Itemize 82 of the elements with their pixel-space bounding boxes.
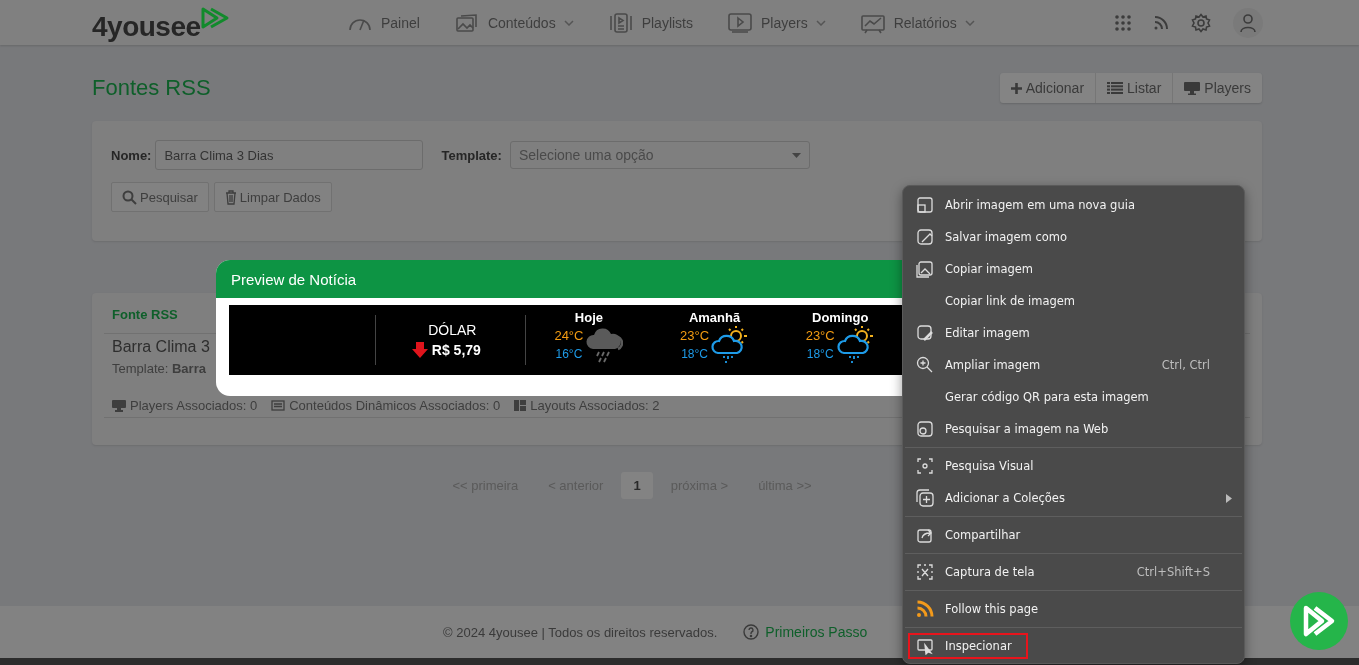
menu-item[interactable]: Editar imagem bbox=[903, 317, 1244, 349]
caret-icon bbox=[791, 152, 801, 158]
open-image-icon bbox=[916, 196, 934, 214]
rss-icon bbox=[916, 600, 934, 618]
stat-text: Layouts Associados: 2 bbox=[530, 398, 660, 413]
low-temperature: 16°C bbox=[555, 347, 583, 361]
field-label: Nome: bbox=[111, 147, 152, 163]
filter-button[interactable]: Pesquisar bbox=[111, 182, 209, 212]
search-icon bbox=[122, 189, 137, 205]
apps-grid-icon[interactable] bbox=[1115, 14, 1131, 31]
user-button[interactable] bbox=[1233, 7, 1263, 38]
settings-icon[interactable] bbox=[1191, 12, 1211, 33]
menu-item[interactable]: Abrir imagem em uma nova guia bbox=[903, 189, 1244, 221]
logo-text[interactable]: 4yousee bbox=[92, 12, 201, 41]
menu-item[interactable]: Captura de tela Ctrl+Shift+S bbox=[903, 556, 1244, 588]
play-arrows-icon bbox=[1301, 603, 1337, 639]
layout-icon bbox=[514, 400, 527, 411]
playlist-icon bbox=[607, 11, 634, 34]
stat-text: Conteúdos Dinâmicos Associados: 0 bbox=[289, 398, 501, 413]
user-icon bbox=[1239, 12, 1257, 33]
images-icon bbox=[453, 11, 480, 34]
menu-item[interactable]: Pesquisa Visual bbox=[903, 450, 1244, 482]
menu-item[interactable]: Gerar código QR para esta imagem bbox=[903, 381, 1244, 413]
section-heading: Fonte RSS bbox=[112, 307, 178, 322]
menu-item[interactable]: Salvar imagem como bbox=[903, 221, 1244, 253]
collection-add-icon bbox=[916, 489, 934, 507]
low-temperature: 18°C bbox=[806, 347, 834, 361]
edit-image-icon bbox=[916, 324, 934, 342]
monitor-icon bbox=[112, 399, 126, 412]
nav-item[interactable]: Conteúdos bbox=[453, 11, 574, 34]
help-link[interactable]: Primeiros Passo bbox=[765, 624, 868, 640]
high-temperature: 24°C bbox=[554, 328, 584, 343]
action-button[interactable]: Adicionar bbox=[999, 73, 1097, 103]
nav-item[interactable]: Relatórios bbox=[859, 11, 975, 34]
screenshot-icon bbox=[916, 563, 934, 581]
day-name: Amanhã bbox=[688, 309, 741, 325]
action-button[interactable]: Players bbox=[1173, 73, 1262, 103]
monitor-icon bbox=[1184, 81, 1201, 95]
inspect-icon bbox=[916, 637, 934, 655]
menu-item[interactable]: Copiar link de imagem bbox=[903, 285, 1244, 317]
page-title: Fontes RSS bbox=[92, 75, 211, 101]
share-icon bbox=[916, 526, 934, 544]
high-temperature: 23°C bbox=[680, 328, 710, 343]
modal-title: Preview de Notícia bbox=[231, 270, 357, 288]
currency-label: DÓLAR bbox=[428, 322, 477, 338]
copyright-text: © 2024 4yousee | Todos os direitos reservados. bbox=[443, 624, 718, 640]
trash-icon bbox=[224, 189, 237, 205]
low-temperature: 18°C bbox=[681, 347, 708, 361]
player-icon bbox=[727, 11, 753, 34]
menu-item[interactable]: Adicionar a Coleções bbox=[903, 482, 1244, 514]
stat-text: Players Associados: 0 bbox=[130, 398, 258, 413]
nav-item[interactable]: Playlists bbox=[607, 11, 693, 34]
zoom-in-icon bbox=[916, 356, 934, 374]
menu-item[interactable]: Ampliar imagem Ctrl, Ctrl bbox=[903, 349, 1244, 381]
name-field[interactable]: Barra Clima 3 Dias bbox=[155, 140, 424, 170]
item-title[interactable]: Barra Clima 3 bbox=[112, 338, 210, 356]
template-text: Template: Barra bbox=[112, 361, 206, 376]
day-name: Domingo bbox=[812, 309, 869, 325]
high-temperature: 23°C bbox=[805, 328, 835, 343]
help-icon bbox=[743, 624, 760, 640]
copy-image-icon bbox=[916, 260, 934, 278]
plus-icon bbox=[1010, 82, 1022, 94]
field-label: Template: bbox=[441, 147, 502, 163]
day-name: Hoje bbox=[574, 309, 603, 325]
nav-item[interactable]: Players bbox=[727, 11, 826, 34]
menu-item[interactable]: Compartilhar bbox=[903, 519, 1244, 551]
menu-item[interactable]: Copiar imagem bbox=[903, 253, 1244, 285]
save-image-icon bbox=[916, 228, 934, 246]
visual-search-icon bbox=[916, 457, 934, 475]
currency-value: R$ 5,79 bbox=[431, 342, 481, 358]
newspaper-icon bbox=[271, 400, 286, 411]
list-icon bbox=[1107, 82, 1124, 94]
nav-item[interactable]: Painel bbox=[347, 11, 420, 34]
page-link[interactable]: 1 bbox=[621, 472, 653, 499]
menu-item[interactable]: Inspecionar bbox=[903, 630, 1244, 662]
filter-button[interactable]: Limpar Dados bbox=[213, 182, 332, 212]
rss-icon[interactable] bbox=[1153, 14, 1169, 31]
image-search-icon bbox=[916, 420, 934, 438]
menu-item[interactable]: Pesquisar a imagem na Web bbox=[903, 413, 1244, 445]
menu-item[interactable]: Follow this page bbox=[903, 593, 1244, 625]
app-launcher-button[interactable] bbox=[1290, 592, 1348, 650]
action-button[interactable]: Listar bbox=[1096, 73, 1174, 103]
